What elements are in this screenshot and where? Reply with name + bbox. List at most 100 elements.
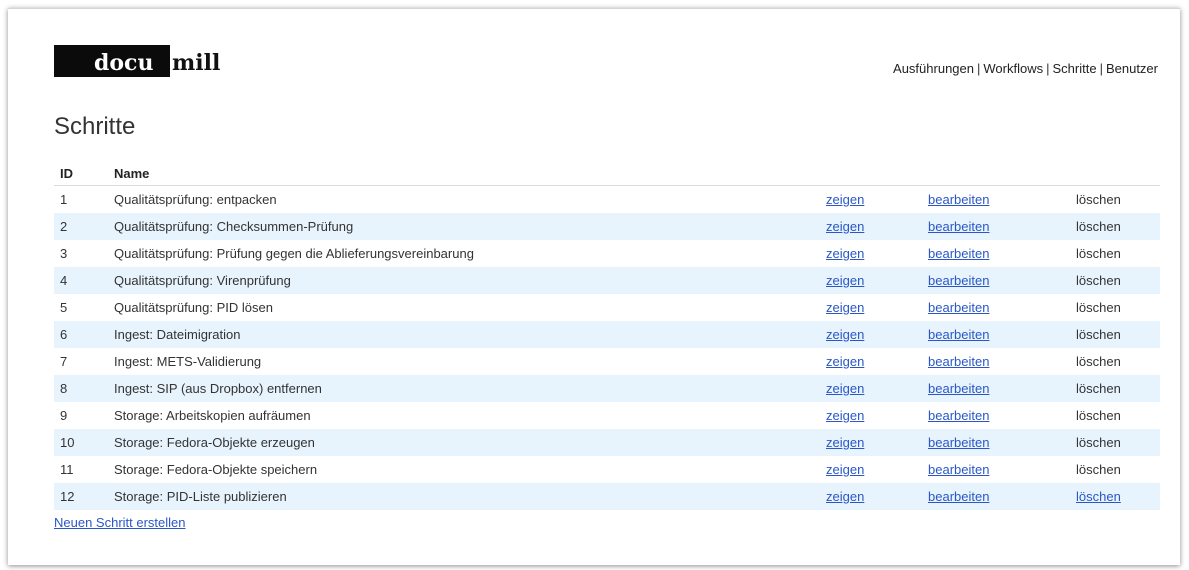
- row-name: Ingest: METS-Validierung: [114, 354, 262, 369]
- show-link[interactable]: zeigen: [826, 489, 864, 504]
- row-name: Storage: Arbeitskopien aufräumen: [114, 408, 311, 423]
- table-row: 8 Ingest: SIP (aus Dropbox) entfernen zeig…: [54, 375, 1160, 402]
- show-link[interactable]: zeigen: [826, 354, 864, 369]
- row-id: 1: [60, 192, 68, 207]
- edit-link[interactable]: bearbeiten: [928, 246, 989, 261]
- row-id: 10: [54, 429, 108, 456]
- delete-text: löschen: [1070, 321, 1160, 348]
- row-id: 9: [60, 408, 68, 423]
- row-id: 2: [54, 213, 108, 240]
- brand-logo-part2: mill: [172, 50, 221, 76]
- edit-link[interactable]: bearbeiten: [928, 273, 989, 288]
- row-id: 5: [60, 300, 68, 315]
- show-link[interactable]: zeigen: [826, 273, 864, 288]
- delete-link-cell: löschen: [1070, 483, 1160, 510]
- show-link[interactable]: zeigen: [826, 192, 864, 207]
- edit-link-cell: bearbeiten: [922, 402, 1070, 429]
- show-link[interactable]: zeigen: [826, 327, 864, 342]
- nav-item-benutzer[interactable]: Benutzer: [1106, 61, 1158, 76]
- edit-link[interactable]: bearbeiten: [928, 381, 989, 396]
- table-row: 2 Qualitätsprüfung: Checksummen-Prüfung ze…: [54, 213, 1160, 240]
- table-header-row: ID Name: [54, 162, 1160, 186]
- show-link-cell: zeigen: [820, 483, 922, 510]
- row-name: Ingest: Dateimigration: [108, 321, 820, 348]
- edit-link[interactable]: bearbeiten: [928, 354, 989, 369]
- delete-text: löschen: [1076, 462, 1121, 477]
- edit-link[interactable]: bearbeiten: [928, 462, 989, 477]
- show-link[interactable]: zeigen: [826, 219, 864, 234]
- table-row: 1 Qualitätsprüfung: entpacken zeigen bearbe…: [54, 186, 1160, 214]
- row-id: 8: [54, 375, 108, 402]
- edit-link-cell: bearbeiten: [922, 267, 1070, 294]
- new-step-link[interactable]: Neuen Schritt erstellen: [54, 515, 186, 530]
- table-row: 5 Qualitätsprüfung: PID lösen zeigen bearbe…: [54, 294, 1160, 321]
- show-link[interactable]: zeigen: [826, 300, 864, 315]
- edit-link[interactable]: bearbeiten: [928, 408, 989, 423]
- nav-item-workflows[interactable]: Workflows: [983, 61, 1043, 76]
- show-link[interactable]: zeigen: [826, 462, 864, 477]
- column-header-edit: [922, 162, 1070, 186]
- edit-link[interactable]: bearbeiten: [928, 219, 989, 234]
- nav-separator: |: [1099, 61, 1103, 76]
- edit-link[interactable]: bearbeiten: [928, 192, 989, 207]
- table-body: 1 Qualitätsprüfung: entpacken zeigen bearbe…: [54, 186, 1160, 510]
- delete-text: löschen: [1070, 213, 1160, 240]
- show-link[interactable]: zeigen: [826, 435, 864, 450]
- row-id: 6: [54, 321, 108, 348]
- edit-link-cell: bearbeiten: [922, 213, 1070, 240]
- edit-link-cell: bearbeiten: [922, 429, 1070, 456]
- table-row: 7 Ingest: METS-Validierung zeigen bearbeite…: [54, 348, 1160, 375]
- edit-link-cell: bearbeiten: [922, 456, 1070, 483]
- column-header-name: Name: [108, 162, 820, 186]
- row-id: 7: [60, 354, 68, 369]
- row-name: Qualitätsprüfung: entpacken: [114, 192, 277, 207]
- column-header-show: [820, 162, 922, 186]
- table-row: 3 Qualitätsprüfung: Prüfung gegen die Abl…: [54, 240, 1160, 267]
- show-link-cell: zeigen: [820, 213, 922, 240]
- show-link-cell: zeigen: [820, 240, 922, 267]
- delete-link[interactable]: löschen: [1076, 489, 1121, 504]
- show-link-cell: zeigen: [820, 429, 922, 456]
- table-row: 12 Storage: PID-Liste publizieren zeigen be…: [54, 483, 1160, 510]
- row-name: Ingest: SIP (aus Dropbox) entfernen: [108, 375, 820, 402]
- delete-text: löschen: [1070, 375, 1160, 402]
- edit-link-cell: bearbeiten: [922, 348, 1070, 375]
- row-name: Storage: PID-Liste publizieren: [108, 483, 820, 510]
- show-link[interactable]: zeigen: [826, 381, 864, 396]
- delete-text: löschen: [1070, 267, 1160, 294]
- page-title: Schritte: [54, 113, 136, 140]
- delete-text: löschen: [1076, 408, 1121, 423]
- show-link[interactable]: zeigen: [826, 408, 864, 423]
- edit-link[interactable]: bearbeiten: [928, 300, 989, 315]
- show-link-cell: zeigen: [820, 402, 922, 429]
- nav-separator: |: [976, 61, 981, 76]
- delete-text: löschen: [1076, 192, 1121, 207]
- edit-link[interactable]: bearbeiten: [928, 327, 989, 342]
- nav-separator: |: [1046, 61, 1050, 76]
- show-link-cell: zeigen: [820, 186, 922, 214]
- show-link[interactable]: zeigen: [826, 246, 864, 261]
- show-link-cell: zeigen: [820, 267, 922, 294]
- show-link-cell: zeigen: [820, 294, 922, 321]
- edit-link[interactable]: bearbeiten: [928, 489, 989, 504]
- nav-item-ausfuehrungen[interactable]: Ausführungen: [893, 61, 974, 76]
- app-window: docu mill Ausführungen | Workflows | Schritt…: [8, 8, 1180, 565]
- row-name: Qualitätsprüfung: Prüfung gegen die Abli…: [114, 246, 474, 261]
- column-header-id: ID: [54, 162, 108, 186]
- edit-link[interactable]: bearbeiten: [928, 435, 989, 450]
- brand-logo[interactable]: docu mill: [54, 45, 220, 77]
- table-row: 4 Qualitätsprüfung: Virenprüfung zeigen bea…: [54, 267, 1160, 294]
- brand-logo-part1: docu: [54, 45, 170, 77]
- delete-text: löschen: [1076, 246, 1121, 261]
- delete-text: löschen: [1076, 300, 1121, 315]
- edit-link-cell: bearbeiten: [922, 186, 1070, 214]
- nav-item-schritte[interactable]: Schritte: [1052, 61, 1096, 76]
- column-header-delete: [1070, 162, 1160, 186]
- show-link-cell: zeigen: [820, 321, 922, 348]
- show-link-cell: zeigen: [820, 348, 922, 375]
- edit-link-cell: bearbeiten: [922, 321, 1070, 348]
- delete-text: löschen: [1076, 354, 1121, 369]
- show-link-cell: zeigen: [820, 456, 922, 483]
- row-name: Storage: Fedora-Objekte speichern: [114, 462, 318, 477]
- row-name: Qualitätsprüfung: Virenprüfung: [108, 267, 820, 294]
